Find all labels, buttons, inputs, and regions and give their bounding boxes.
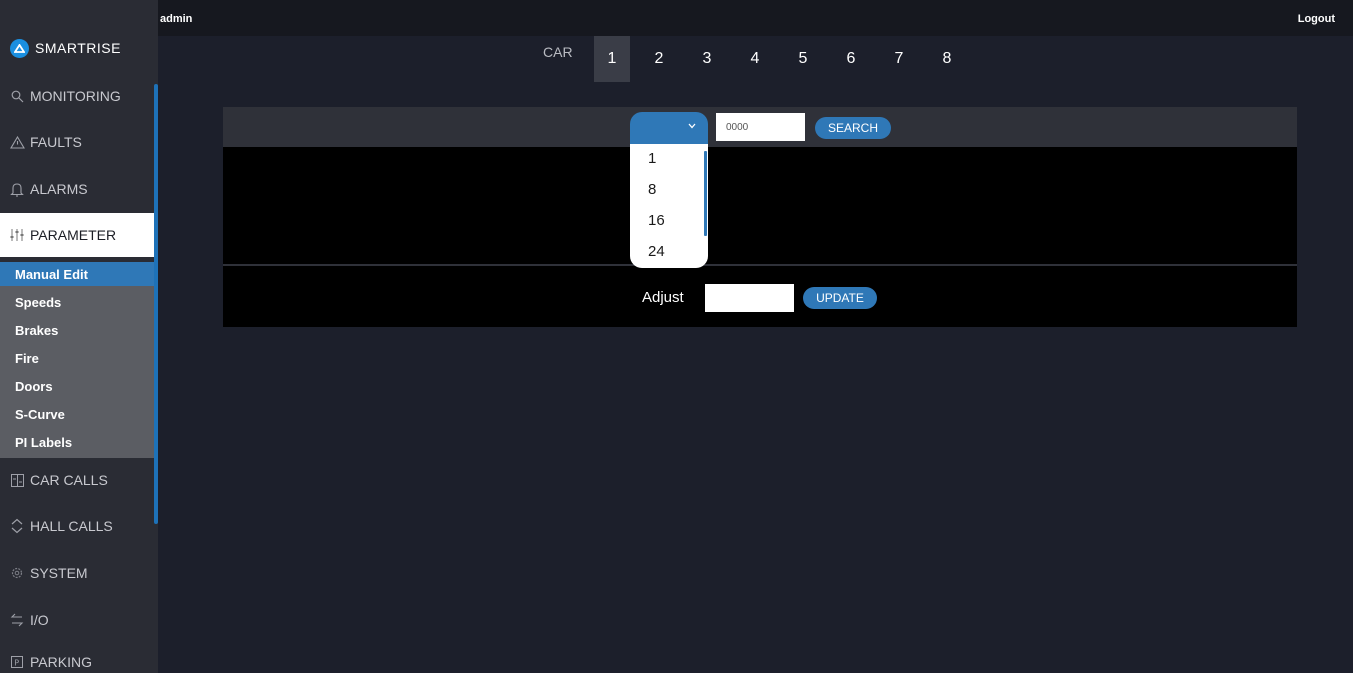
- sidebar-item-parking[interactable]: P PARKING: [0, 640, 154, 673]
- car-tab-8[interactable]: 8: [929, 36, 965, 82]
- logout-link[interactable]: Logout: [1298, 13, 1335, 25]
- sidebar-item-label: SYSTEM: [30, 565, 88, 581]
- sidebar-item-label: PARAMETER: [30, 227, 117, 243]
- submenu-item-manual-edit[interactable]: Manual Edit: [0, 262, 154, 286]
- parameter-submenu: Manual Edit Speeds Brakes Fire Doors S-C…: [0, 262, 154, 458]
- sidebar-item-io[interactable]: I/O: [0, 598, 154, 642]
- sidebar-item-monitoring[interactable]: MONITORING: [0, 74, 154, 118]
- car-selector-label: CAR: [543, 44, 573, 60]
- parameter-size-select[interactable]: [630, 112, 708, 144]
- sidebar-item-alarms[interactable]: ALARMS: [0, 167, 154, 211]
- sidebar-item-faults[interactable]: FAULTS: [0, 120, 154, 164]
- submenu-item-brakes[interactable]: Brakes: [0, 318, 154, 342]
- car-tab-5[interactable]: 5: [785, 36, 821, 82]
- sidebar-item-system[interactable]: SYSTEM: [0, 551, 154, 595]
- warning-icon: [9, 135, 25, 149]
- sidebar-item-label: HALL CALLS: [30, 518, 113, 534]
- search-button[interactable]: SEARCH: [815, 117, 891, 139]
- sidebar: SMARTRISE MONITORING FAULTS ALARMS PARAM: [0, 0, 158, 673]
- username-label: admin: [160, 13, 193, 25]
- car-tab-3[interactable]: 3: [689, 36, 725, 82]
- submenu-item-doors[interactable]: Doors: [0, 374, 154, 398]
- bell-icon: [9, 182, 25, 197]
- sliders-icon: [9, 228, 25, 242]
- up-down-icon: [9, 518, 25, 534]
- logo-icon: [10, 38, 29, 58]
- sidebar-scrollbar[interactable]: [154, 84, 158, 524]
- submenu-item-pi-labels[interactable]: PI Labels: [0, 430, 154, 454]
- search-icon: [9, 90, 25, 103]
- dropdown-option-16[interactable]: 16: [648, 212, 665, 229]
- car-tab-7[interactable]: 7: [881, 36, 917, 82]
- car-tab-6[interactable]: 6: [833, 36, 869, 82]
- parameter-results-area: [223, 147, 1297, 264]
- svg-text:P: P: [14, 658, 19, 667]
- chevron-down-icon: [688, 120, 696, 132]
- sidebar-item-label: I/O: [30, 612, 49, 628]
- elevator-panel-icon: [9, 473, 25, 487]
- parking-icon: P: [9, 656, 25, 668]
- parameter-size-dropdown: 1 8 16 24: [630, 144, 708, 268]
- parameter-search-input[interactable]: [716, 113, 805, 141]
- sidebar-item-car-calls[interactable]: CAR CALLS: [0, 458, 154, 502]
- arrows-icon: [9, 613, 25, 627]
- dropdown-option-24[interactable]: 24: [648, 243, 665, 260]
- brand-name: SMARTRISE: [35, 40, 121, 56]
- adjust-input[interactable]: [705, 284, 794, 312]
- car-tab-1[interactable]: 1: [594, 36, 630, 82]
- update-button[interactable]: UPDATE: [803, 287, 877, 309]
- sidebar-item-label: FAULTS: [30, 134, 82, 150]
- sidebar-item-parameter[interactable]: PARAMETER: [0, 213, 154, 257]
- brand-logo: SMARTRISE: [10, 37, 121, 59]
- submenu-item-fire[interactable]: Fire: [0, 346, 154, 370]
- sidebar-item-label: ALARMS: [30, 181, 88, 197]
- adjust-label: Adjust: [642, 289, 684, 306]
- sidebar-item-hall-calls[interactable]: HALL CALLS: [0, 504, 154, 548]
- sidebar-item-label: CAR CALLS: [30, 472, 108, 488]
- car-tab-2[interactable]: 2: [641, 36, 677, 82]
- car-tab-4[interactable]: 4: [737, 36, 773, 82]
- submenu-item-s-curve[interactable]: S-Curve: [0, 402, 154, 426]
- dropdown-option-1[interactable]: 1: [648, 150, 656, 167]
- sidebar-item-label: MONITORING: [30, 88, 121, 104]
- gear-icon: [9, 567, 25, 579]
- sidebar-item-label: PARKING: [30, 654, 92, 670]
- app-root: admin Logout SMARTRISE MONITORING FAULTS: [0, 0, 1353, 673]
- dropdown-scrollbar[interactable]: [704, 151, 707, 236]
- dropdown-option-8[interactable]: 8: [648, 181, 656, 198]
- submenu-item-speeds[interactable]: Speeds: [0, 290, 154, 314]
- top-bar: admin Logout: [0, 0, 1353, 36]
